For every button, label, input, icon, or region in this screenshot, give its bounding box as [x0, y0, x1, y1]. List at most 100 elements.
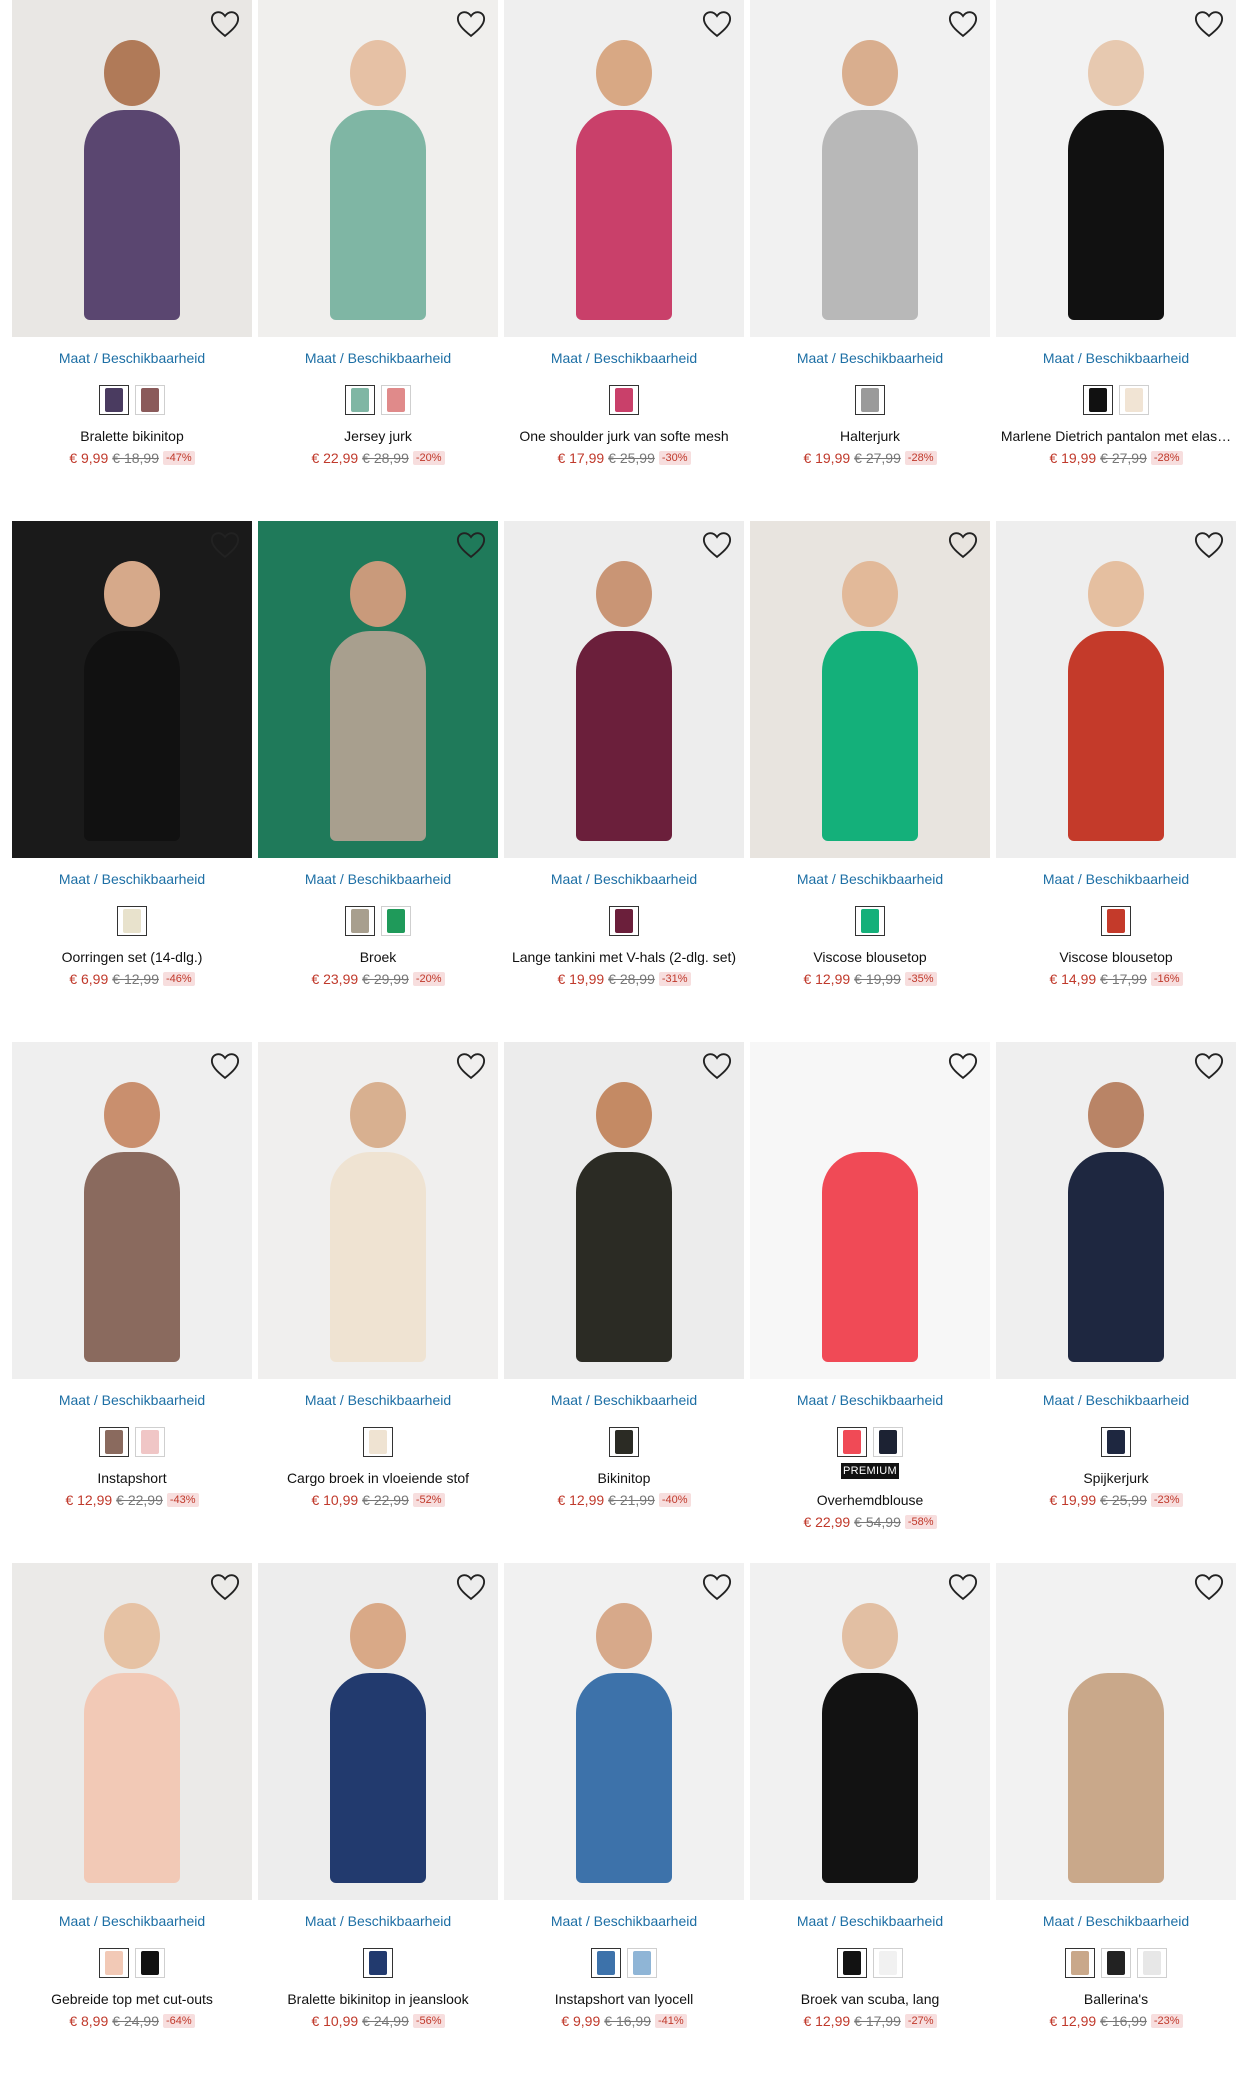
color-swatch[interactable] [855, 906, 885, 936]
product-image[interactable] [258, 521, 498, 858]
color-swatch[interactable] [363, 1427, 393, 1457]
color-swatch[interactable] [381, 385, 411, 415]
color-swatch[interactable] [135, 385, 165, 415]
color-swatch[interactable] [873, 1427, 903, 1457]
size-availability-link[interactable]: Maat / Beschikbaarheid [750, 1912, 990, 1930]
color-swatch[interactable] [363, 1948, 393, 1978]
size-availability-link[interactable]: Maat / Beschikbaarheid [504, 1912, 744, 1930]
color-swatch[interactable] [1101, 1427, 1131, 1457]
color-swatch[interactable] [1083, 385, 1113, 415]
product-image[interactable] [996, 521, 1236, 858]
color-swatch[interactable] [381, 906, 411, 936]
size-availability-link[interactable]: Maat / Beschikbaarheid [12, 870, 252, 888]
size-availability-link[interactable]: Maat / Beschikbaarheid [750, 1391, 990, 1409]
product-card[interactable]: Maat / Beschikbaarheid Cargo broek in vl… [258, 1042, 498, 1563]
product-name[interactable]: Viscose blousetop [750, 948, 990, 966]
color-swatch[interactable] [99, 385, 129, 415]
product-name[interactable]: Jersey jurk [258, 427, 498, 445]
size-availability-link[interactable]: Maat / Beschikbaarheid [12, 1912, 252, 1930]
product-name[interactable]: Halterjurk [750, 427, 990, 445]
color-swatch[interactable] [873, 1948, 903, 1978]
wishlist-heart-icon[interactable] [702, 1573, 732, 1601]
color-swatch[interactable] [99, 1948, 129, 1978]
wishlist-heart-icon[interactable] [456, 1573, 486, 1601]
product-image[interactable] [504, 1042, 744, 1379]
product-image[interactable] [750, 1563, 990, 1900]
size-availability-link[interactable]: Maat / Beschikbaarheid [258, 870, 498, 888]
product-card[interactable]: Maat / Beschikbaarheid Broek € 23,99 € 2… [258, 521, 498, 1042]
wishlist-heart-icon[interactable] [948, 10, 978, 38]
product-image[interactable] [258, 1042, 498, 1379]
product-image[interactable] [504, 521, 744, 858]
product-name[interactable]: Broek van scuba, lang [750, 1990, 990, 2008]
product-image[interactable] [504, 0, 744, 337]
size-availability-link[interactable]: Maat / Beschikbaarheid [12, 1391, 252, 1409]
product-card[interactable]: Maat / Beschikbaarheid Spijkerjurk € 19,… [996, 1042, 1236, 1563]
product-image[interactable] [12, 1042, 252, 1379]
wishlist-heart-icon[interactable] [948, 1052, 978, 1080]
wishlist-heart-icon[interactable] [456, 531, 486, 559]
product-image[interactable] [12, 0, 252, 337]
color-swatch[interactable] [837, 1427, 867, 1457]
color-swatch[interactable] [345, 906, 375, 936]
wishlist-heart-icon[interactable] [1194, 1052, 1224, 1080]
color-swatch[interactable] [117, 906, 147, 936]
product-image[interactable] [996, 1563, 1236, 1900]
product-name[interactable]: Instapshort van lyocell [504, 1990, 744, 2008]
color-swatch[interactable] [591, 1948, 621, 1978]
color-swatch[interactable] [345, 385, 375, 415]
product-card[interactable]: Maat / Beschikbaarheid Gebreide top met … [12, 1563, 252, 2082]
size-availability-link[interactable]: Maat / Beschikbaarheid [750, 870, 990, 888]
wishlist-heart-icon[interactable] [1194, 1573, 1224, 1601]
product-image[interactable] [258, 1563, 498, 1900]
product-name[interactable]: Cargo broek in vloeiende stof [258, 1469, 498, 1487]
product-image[interactable] [12, 521, 252, 858]
wishlist-heart-icon[interactable] [1194, 10, 1224, 38]
wishlist-heart-icon[interactable] [210, 531, 240, 559]
color-swatch[interactable] [609, 385, 639, 415]
size-availability-link[interactable]: Maat / Beschikbaarheid [996, 870, 1236, 888]
wishlist-heart-icon[interactable] [210, 10, 240, 38]
product-card[interactable]: Maat / Beschikbaarheid Jersey jurk € 22,… [258, 0, 498, 521]
color-swatch[interactable] [609, 906, 639, 936]
size-availability-link[interactable]: Maat / Beschikbaarheid [996, 1391, 1236, 1409]
product-card[interactable]: Maat / Beschikbaarheid One shoulder jurk… [504, 0, 744, 521]
wishlist-heart-icon[interactable] [702, 1052, 732, 1080]
color-swatch[interactable] [1101, 1948, 1131, 1978]
product-name[interactable]: Marlene Dietrich pantalon met elas… [996, 427, 1236, 445]
product-name[interactable]: Lange tankini met V-hals (2-dlg. set) [504, 948, 744, 966]
product-name[interactable]: Viscose blousetop [996, 948, 1236, 966]
color-swatch[interactable] [855, 385, 885, 415]
product-name[interactable]: Oorringen set (14-dlg.) [12, 948, 252, 966]
size-availability-link[interactable]: Maat / Beschikbaarheid [996, 349, 1236, 367]
product-name[interactable]: One shoulder jurk van softe mesh [504, 427, 744, 445]
color-swatch[interactable] [1137, 1948, 1167, 1978]
product-image[interactable] [258, 0, 498, 337]
product-image[interactable] [504, 1563, 744, 1900]
color-swatch[interactable] [837, 1948, 867, 1978]
size-availability-link[interactable]: Maat / Beschikbaarheid [258, 1391, 498, 1409]
product-image[interactable] [750, 521, 990, 858]
product-card[interactable]: Maat / Beschikbaarheid Marlene Dietrich … [996, 0, 1236, 521]
product-card[interactable]: Maat / Beschikbaarheid Viscose blousetop… [996, 521, 1236, 1042]
product-name[interactable]: Gebreide top met cut-outs [12, 1990, 252, 2008]
color-swatch[interactable] [1101, 906, 1131, 936]
product-name[interactable]: Bikinitop [504, 1469, 744, 1487]
wishlist-heart-icon[interactable] [210, 1052, 240, 1080]
color-swatch[interactable] [1065, 1948, 1095, 1978]
product-image[interactable] [750, 0, 990, 337]
product-name[interactable]: Broek [258, 948, 498, 966]
wishlist-heart-icon[interactable] [948, 531, 978, 559]
size-availability-link[interactable]: Maat / Beschikbaarheid [258, 349, 498, 367]
product-name[interactable]: Spijkerjurk [996, 1469, 1236, 1487]
product-card[interactable]: Maat / Beschikbaarheid PREMIUM Overhemdb… [750, 1042, 990, 1563]
product-card[interactable]: Maat / Beschikbaarheid Instapshort € 12,… [12, 1042, 252, 1563]
wishlist-heart-icon[interactable] [1194, 531, 1224, 559]
wishlist-heart-icon[interactable] [456, 10, 486, 38]
product-card[interactable]: Maat / Beschikbaarheid Lange tankini met… [504, 521, 744, 1042]
size-availability-link[interactable]: Maat / Beschikbaarheid [504, 1391, 744, 1409]
product-name[interactable]: Instapshort [12, 1469, 252, 1487]
size-availability-link[interactable]: Maat / Beschikbaarheid [258, 1912, 498, 1930]
product-image[interactable] [996, 0, 1236, 337]
color-swatch[interactable] [609, 1427, 639, 1457]
